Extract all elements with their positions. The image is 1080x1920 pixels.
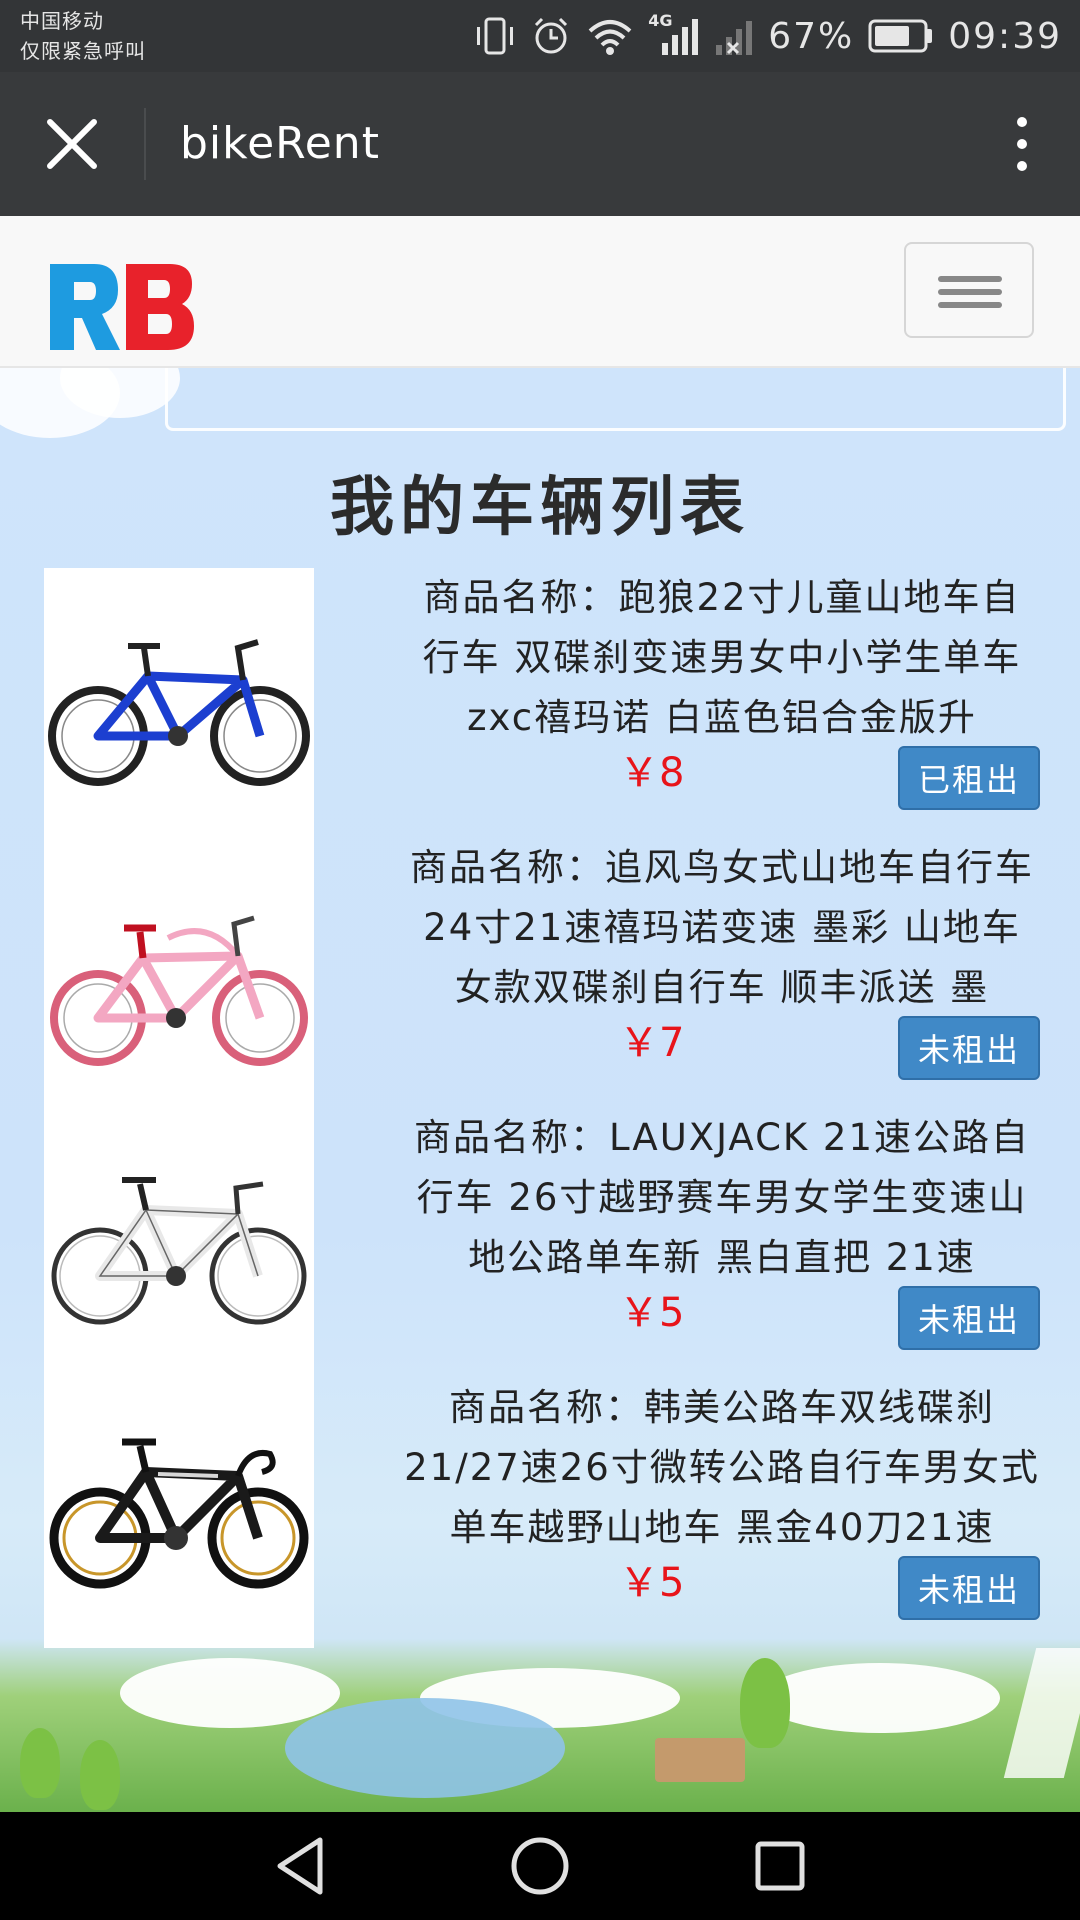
item-name: 商品名称：追风鸟女式山地车自行车24寸21速禧玛诺变速 墨彩 山地车女款双碟刹自… [410, 846, 1034, 1009]
main-content[interactable]: 我的车辆列表 商品名称：跑狼22寸儿童山地车自行车 双碟刹变速男女中小学生单车z… [0, 368, 1080, 1812]
status-icons: 4G 67% 09:39 [474, 0, 1062, 72]
app-bar: bikeRent [0, 72, 1080, 216]
signal-icon [662, 19, 699, 55]
carrier-info: 中国移动 仅限紧急呼叫 [20, 6, 146, 66]
system-nav-bar [0, 1812, 1080, 1920]
tree-decoration [740, 1658, 790, 1748]
menu-bar-3 [938, 302, 1002, 308]
pond-decoration [285, 1698, 565, 1798]
app-bar-divider [144, 108, 146, 180]
item-name: 商品名称：韩美公路车双线碟刹21/27速26寸微转公路自行车男女式单车越野山地车… [404, 1386, 1040, 1549]
flag-decoration [1003, 1648, 1080, 1778]
app-title: bikeRent [180, 118, 380, 169]
close-icon[interactable] [40, 112, 104, 176]
item-price: ￥7 [619, 1020, 685, 1066]
item-name: 商品名称：LAUXJACK 21速公路自行车 26寸越野赛车男女学生变速山地公路… [413, 1116, 1031, 1279]
item-price: ￥5 [619, 1560, 685, 1606]
rb-logo[interactable] [46, 262, 196, 352]
cloud-decoration [120, 1658, 340, 1728]
site-navbar [0, 216, 1080, 368]
page-title: 我的车辆列表 [330, 470, 750, 545]
back-triangle-icon[interactable] [270, 1834, 334, 1898]
list-item: 商品名称：跑狼22寸儿童山地车自行车 双碟刹变速男女中小学生单车zxc禧玛诺 白… [404, 568, 1040, 810]
list-item: 商品名称：LAUXJACK 21速公路自行车 26寸越野赛车男女学生变速山地公路… [404, 1108, 1040, 1350]
rent-status-button[interactable]: 未租出 [898, 1286, 1040, 1350]
recents-square-icon[interactable] [748, 1834, 812, 1898]
menu-bar-2 [938, 289, 1002, 295]
hamburger-menu-button[interactable] [904, 242, 1034, 338]
menu-bar-1 [938, 276, 1002, 282]
list-item: 商品名称：追风鸟女式山地车自行车24寸21速禧玛诺变速 墨彩 山地车女款双碟刹自… [404, 838, 1040, 1080]
rent-status-button[interactable]: 未租出 [898, 1016, 1040, 1080]
item-price: ￥8 [619, 750, 685, 796]
bench-decoration [655, 1738, 745, 1782]
rent-status-button[interactable]: 未租出 [898, 1556, 1040, 1620]
carrier-line-1: 中国移动 [20, 9, 104, 33]
status-bar: 中国移动 仅限紧急呼叫 4G 67% 09:39 [0, 0, 1080, 72]
list-item: 商品名称：韩美公路车双线碟刹21/27速26寸微转公路自行车男女式单车越野山地车… [404, 1378, 1040, 1620]
cloud-decoration [760, 1663, 1000, 1733]
tree-decoration [20, 1728, 60, 1798]
wifi-icon [588, 20, 632, 55]
top-panel-border [165, 368, 1066, 431]
item-name: 商品名称：跑狼22寸儿童山地车自行车 双碟刹变速男女中小学生单车zxc禧玛诺 白… [422, 576, 1022, 739]
battery-percent: 67% [768, 15, 855, 57]
bike-image-white-road-bike[interactable] [48, 1158, 310, 1338]
bike-image-black-gold-road-bike[interactable] [48, 1418, 310, 1598]
bike-image-blue-mountain-bike[interactable] [48, 618, 310, 798]
alarm-icon [535, 17, 568, 54]
clock: 09:39 [948, 15, 1062, 57]
bike-image-column [44, 568, 314, 1648]
carrier-line-2: 仅限紧急呼叫 [20, 39, 146, 63]
home-circle-icon[interactable] [508, 1834, 572, 1898]
more-vertical-icon[interactable] [1004, 112, 1040, 176]
item-price: ￥5 [619, 1290, 685, 1336]
cell-signal-4g: 4G [648, 11, 700, 57]
bike-image-pink-mountain-bike[interactable] [48, 898, 310, 1078]
vibrate-icon [477, 17, 514, 55]
tree-decoration [80, 1740, 120, 1810]
battery-icon [868, 19, 933, 53]
signal-no-sim-icon [716, 21, 753, 55]
rent-status-button[interactable]: 已租出 [898, 746, 1040, 810]
